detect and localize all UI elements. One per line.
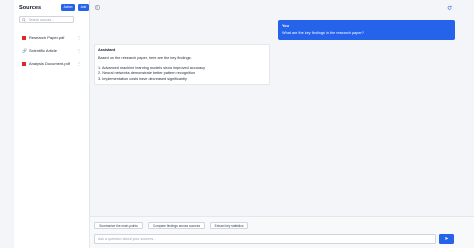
search-icon [22, 18, 26, 23]
sidebar-title: Sources [19, 5, 42, 11]
send-icon: ➤ [444, 236, 449, 242]
user-message-text: What are the key findings in the researc… [282, 30, 364, 35]
more-options-icon[interactable]: ⋮ [77, 34, 81, 42]
sources-sidebar: Sources Action Add Search sources... Res… [14, 0, 90, 248]
pdf-file-icon [22, 35, 26, 41]
source-label: Scientific Article [29, 48, 58, 53]
refresh-icon[interactable] [447, 5, 452, 10]
suggestion-chip[interactable]: Summarize the main points [94, 222, 143, 229]
assistant-name: Assistant [98, 48, 116, 52]
user-message: You What are the key findings in the res… [278, 20, 455, 40]
source-item[interactable]: Analysis Document.pdf ⋮ [19, 60, 82, 68]
action-button[interactable]: Action [61, 4, 75, 11]
pdf-file-icon [22, 61, 26, 67]
source-label: Analysis Document.pdf [29, 61, 70, 66]
panel-toggle-icon[interactable] [95, 5, 100, 10]
source-label: Research Paper.pdf [29, 35, 65, 40]
suggestion-chip[interactable]: Extract key statistics [210, 222, 248, 229]
source-item[interactable]: Research Paper.pdf ⋮ [19, 34, 82, 42]
assistant-intro: Based on the research paper, here are th… [98, 55, 192, 60]
more-options-icon[interactable]: ⋮ [77, 60, 81, 68]
assistant-message: Assistant Based on the research paper, h… [94, 44, 270, 85]
search-placeholder: Search sources... [29, 18, 54, 22]
source-search-input[interactable]: Search sources... [19, 16, 74, 23]
add-source-button[interactable]: Add [78, 4, 89, 11]
more-options-icon[interactable]: ⋮ [77, 47, 81, 55]
link-icon: 🔗 [22, 47, 27, 53]
suggestion-chip[interactable]: Compare findings across sources [148, 222, 205, 229]
composer-area: Summarize the main points Compare findin… [90, 216, 474, 248]
findings-list: 1. Advanced machine learning models show… [98, 66, 205, 82]
sidebar-header: Sources Action Add [19, 4, 89, 14]
user-name: You [282, 24, 289, 28]
finding-item: 3. Implementation costs have decreased s… [98, 76, 187, 81]
finding-item: 2. Neural networks demonstrate better pa… [98, 71, 196, 76]
question-input[interactable] [94, 234, 436, 244]
source-item[interactable]: 🔗 Scientific Article ⋮ [19, 47, 82, 55]
send-button[interactable]: ➤ [439, 234, 454, 244]
